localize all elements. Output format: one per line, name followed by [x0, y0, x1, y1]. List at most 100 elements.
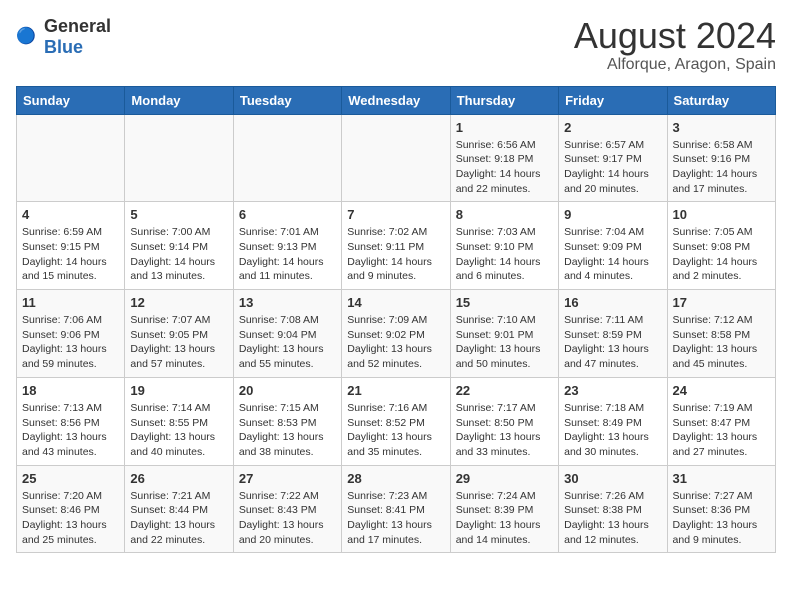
- day-info: Sunrise: 7:10 AM Sunset: 9:01 PM Dayligh…: [456, 313, 553, 372]
- day-info: Sunrise: 7:21 AM Sunset: 8:44 PM Dayligh…: [130, 489, 227, 548]
- day-info: Sunrise: 7:17 AM Sunset: 8:50 PM Dayligh…: [456, 401, 553, 460]
- day-number: 22: [456, 383, 553, 398]
- day-number: 11: [22, 295, 119, 310]
- calendar-cell: 7Sunrise: 7:02 AM Sunset: 9:11 PM Daylig…: [342, 202, 450, 290]
- day-info: Sunrise: 7:23 AM Sunset: 8:41 PM Dayligh…: [347, 489, 444, 548]
- calendar-cell: 28 Sunrise: 7:23 AM Sunset: 8:41 PM Dayli…: [342, 465, 450, 553]
- calendar-cell: 16 Sunrise: 7:11 AM Sunset: 8:59 PM Dayli…: [559, 290, 667, 378]
- main-title: August 2024: [574, 16, 776, 56]
- calendar-cell: 14 Sunrise: 7:09 AM Sunset: 9:02 PM Dayli…: [342, 290, 450, 378]
- calendar-cell: [342, 114, 450, 202]
- calendar-cell: 18 Sunrise: 7:13 AM Sunset: 8:56 PM Dayli…: [17, 377, 125, 465]
- day-info: Sunrise: 7:02 AM Sunset: 9:11 PM Dayligh…: [347, 225, 444, 284]
- calendar-cell: 1Sunrise: 6:56 AM Sunset: 9:18 PM Daylig…: [450, 114, 558, 202]
- svg-text:🔵: 🔵: [16, 26, 36, 45]
- calendar-cell: 24Sunrise: 7:19 AM Sunset: 8:47 PM Dayli…: [667, 377, 775, 465]
- day-info: Sunrise: 6:57 AM Sunset: 9:17 PM Dayligh…: [564, 138, 661, 197]
- day-info: Sunrise: 7:07 AM Sunset: 9:05 PM Dayligh…: [130, 313, 227, 372]
- day-of-week-header: Saturday: [667, 86, 775, 114]
- day-number: 18: [22, 383, 119, 398]
- day-info: Sunrise: 7:20 AM Sunset: 8:46 PM Dayligh…: [22, 489, 119, 548]
- logo-general: General: [44, 16, 111, 36]
- day-info: Sunrise: 7:11 AM Sunset: 8:59 PM Dayligh…: [564, 313, 661, 372]
- calendar-cell: 8Sunrise: 7:03 AM Sunset: 9:10 PM Daylig…: [450, 202, 558, 290]
- day-number: 23: [564, 383, 661, 398]
- calendar-cell: 17 Sunrise: 7:12 AM Sunset: 8:58 PM Dayli…: [667, 290, 775, 378]
- day-number: 3: [673, 120, 770, 135]
- calendar-cell: 3 Sunrise: 6:58 AM Sunset: 9:16 PM Daylig…: [667, 114, 775, 202]
- day-number: 25: [22, 471, 119, 486]
- day-info: Sunrise: 7:00 AM Sunset: 9:14 PM Dayligh…: [130, 225, 227, 284]
- day-of-week-header: Wednesday: [342, 86, 450, 114]
- calendar-cell: 13Sunrise: 7:08 AM Sunset: 9:04 PM Dayli…: [233, 290, 341, 378]
- calendar-cell: 31Sunrise: 7:27 AM Sunset: 8:36 PM Dayli…: [667, 465, 775, 553]
- calendar-cell: 29 Sunrise: 7:24 AM Sunset: 8:39 PM Dayli…: [450, 465, 558, 553]
- day-of-week-header: Sunday: [17, 86, 125, 114]
- day-info: Sunrise: 7:24 AM Sunset: 8:39 PM Dayligh…: [456, 489, 553, 548]
- calendar-cell: 10 Sunrise: 7:05 AM Sunset: 9:08 PM Dayli…: [667, 202, 775, 290]
- day-info: Sunrise: 6:59 AM Sunset: 9:15 PM Dayligh…: [22, 225, 119, 284]
- calendar-cell: 30Sunrise: 7:26 AM Sunset: 8:38 PM Dayli…: [559, 465, 667, 553]
- day-info: Sunrise: 7:13 AM Sunset: 8:56 PM Dayligh…: [22, 401, 119, 460]
- logo: 🔵 General Blue: [16, 16, 111, 58]
- day-info: Sunrise: 7:06 AM Sunset: 9:06 PM Dayligh…: [22, 313, 119, 372]
- calendar-cell: 27Sunrise: 7:22 AM Sunset: 8:43 PM Dayli…: [233, 465, 341, 553]
- calendar-cell: 4 Sunrise: 6:59 AM Sunset: 9:15 PM Daylig…: [17, 202, 125, 290]
- calendar-cell: 22 Sunrise: 7:17 AM Sunset: 8:50 PM Dayli…: [450, 377, 558, 465]
- day-info: Sunrise: 7:15 AM Sunset: 8:53 PM Dayligh…: [239, 401, 336, 460]
- day-number: 9: [564, 207, 661, 222]
- calendar-table: SundayMondayTuesdayWednesdayThursdayFrid…: [16, 86, 776, 554]
- day-info: Sunrise: 7:03 AM Sunset: 9:10 PM Dayligh…: [456, 225, 553, 284]
- day-of-week-header: Friday: [559, 86, 667, 114]
- logo-text: General Blue: [44, 16, 111, 58]
- day-number: 14: [347, 295, 444, 310]
- calendar-cell: [125, 114, 233, 202]
- day-info: Sunrise: 7:12 AM Sunset: 8:58 PM Dayligh…: [673, 313, 770, 372]
- day-number: 21: [347, 383, 444, 398]
- day-number: 4: [22, 207, 119, 222]
- day-info: Sunrise: 7:05 AM Sunset: 9:08 PM Dayligh…: [673, 225, 770, 284]
- day-number: 30: [564, 471, 661, 486]
- calendar-week-row: 4 Sunrise: 6:59 AM Sunset: 9:15 PM Daylig…: [17, 202, 776, 290]
- day-info: Sunrise: 7:19 AM Sunset: 8:47 PM Dayligh…: [673, 401, 770, 460]
- day-of-week-header: Monday: [125, 86, 233, 114]
- day-info: Sunrise: 7:01 AM Sunset: 9:13 PM Dayligh…: [239, 225, 336, 284]
- day-info: Sunrise: 7:18 AM Sunset: 8:49 PM Dayligh…: [564, 401, 661, 460]
- calendar-cell: 2 Sunrise: 6:57 AM Sunset: 9:17 PM Daylig…: [559, 114, 667, 202]
- day-info: Sunrise: 6:58 AM Sunset: 9:16 PM Dayligh…: [673, 138, 770, 197]
- day-number: 16: [564, 295, 661, 310]
- day-number: 29: [456, 471, 553, 486]
- calendar-week-row: 11 Sunrise: 7:06 AM Sunset: 9:06 PM Dayli…: [17, 290, 776, 378]
- day-number: 10: [673, 207, 770, 222]
- logo-blue: Blue: [44, 37, 83, 57]
- day-info: Sunrise: 7:14 AM Sunset: 8:55 PM Dayligh…: [130, 401, 227, 460]
- day-number: 2: [564, 120, 661, 135]
- subtitle: Alforque, Aragon, Spain: [574, 56, 776, 74]
- logo-icon: 🔵: [16, 25, 40, 49]
- day-number: 28: [347, 471, 444, 486]
- calendar-cell: 5 Sunrise: 7:00 AM Sunset: 9:14 PM Daylig…: [125, 202, 233, 290]
- day-number: 19: [130, 383, 227, 398]
- day-of-week-header: Thursday: [450, 86, 558, 114]
- calendar-cell: 12 Sunrise: 7:07 AM Sunset: 9:05 PM Dayli…: [125, 290, 233, 378]
- calendar-cell: 19 Sunrise: 7:14 AM Sunset: 8:55 PM Dayli…: [125, 377, 233, 465]
- calendar-week-row: 25 Sunrise: 7:20 AM Sunset: 8:46 PM Dayli…: [17, 465, 776, 553]
- day-number: 12: [130, 295, 227, 310]
- day-number: 15: [456, 295, 553, 310]
- calendar-cell: [17, 114, 125, 202]
- calendar-week-row: 1Sunrise: 6:56 AM Sunset: 9:18 PM Daylig…: [17, 114, 776, 202]
- calendar-cell: 11 Sunrise: 7:06 AM Sunset: 9:06 PM Dayli…: [17, 290, 125, 378]
- calendar-cell: 15 Sunrise: 7:10 AM Sunset: 9:01 PM Dayli…: [450, 290, 558, 378]
- day-info: Sunrise: 7:04 AM Sunset: 9:09 PM Dayligh…: [564, 225, 661, 284]
- calendar-cell: 6Sunrise: 7:01 AM Sunset: 9:13 PM Daylig…: [233, 202, 341, 290]
- day-info: Sunrise: 7:08 AM Sunset: 9:04 PM Dayligh…: [239, 313, 336, 372]
- day-info: Sunrise: 7:22 AM Sunset: 8:43 PM Dayligh…: [239, 489, 336, 548]
- day-info: Sunrise: 6:56 AM Sunset: 9:18 PM Dayligh…: [456, 138, 553, 197]
- calendar-week-row: 18 Sunrise: 7:13 AM Sunset: 8:56 PM Dayli…: [17, 377, 776, 465]
- day-number: 20: [239, 383, 336, 398]
- title-section: August 2024 Alforque, Aragon, Spain: [574, 16, 776, 74]
- day-number: 17: [673, 295, 770, 310]
- calendar-cell: 26Sunrise: 7:21 AM Sunset: 8:44 PM Dayli…: [125, 465, 233, 553]
- day-info: Sunrise: 7:09 AM Sunset: 9:02 PM Dayligh…: [347, 313, 444, 372]
- day-number: 5: [130, 207, 227, 222]
